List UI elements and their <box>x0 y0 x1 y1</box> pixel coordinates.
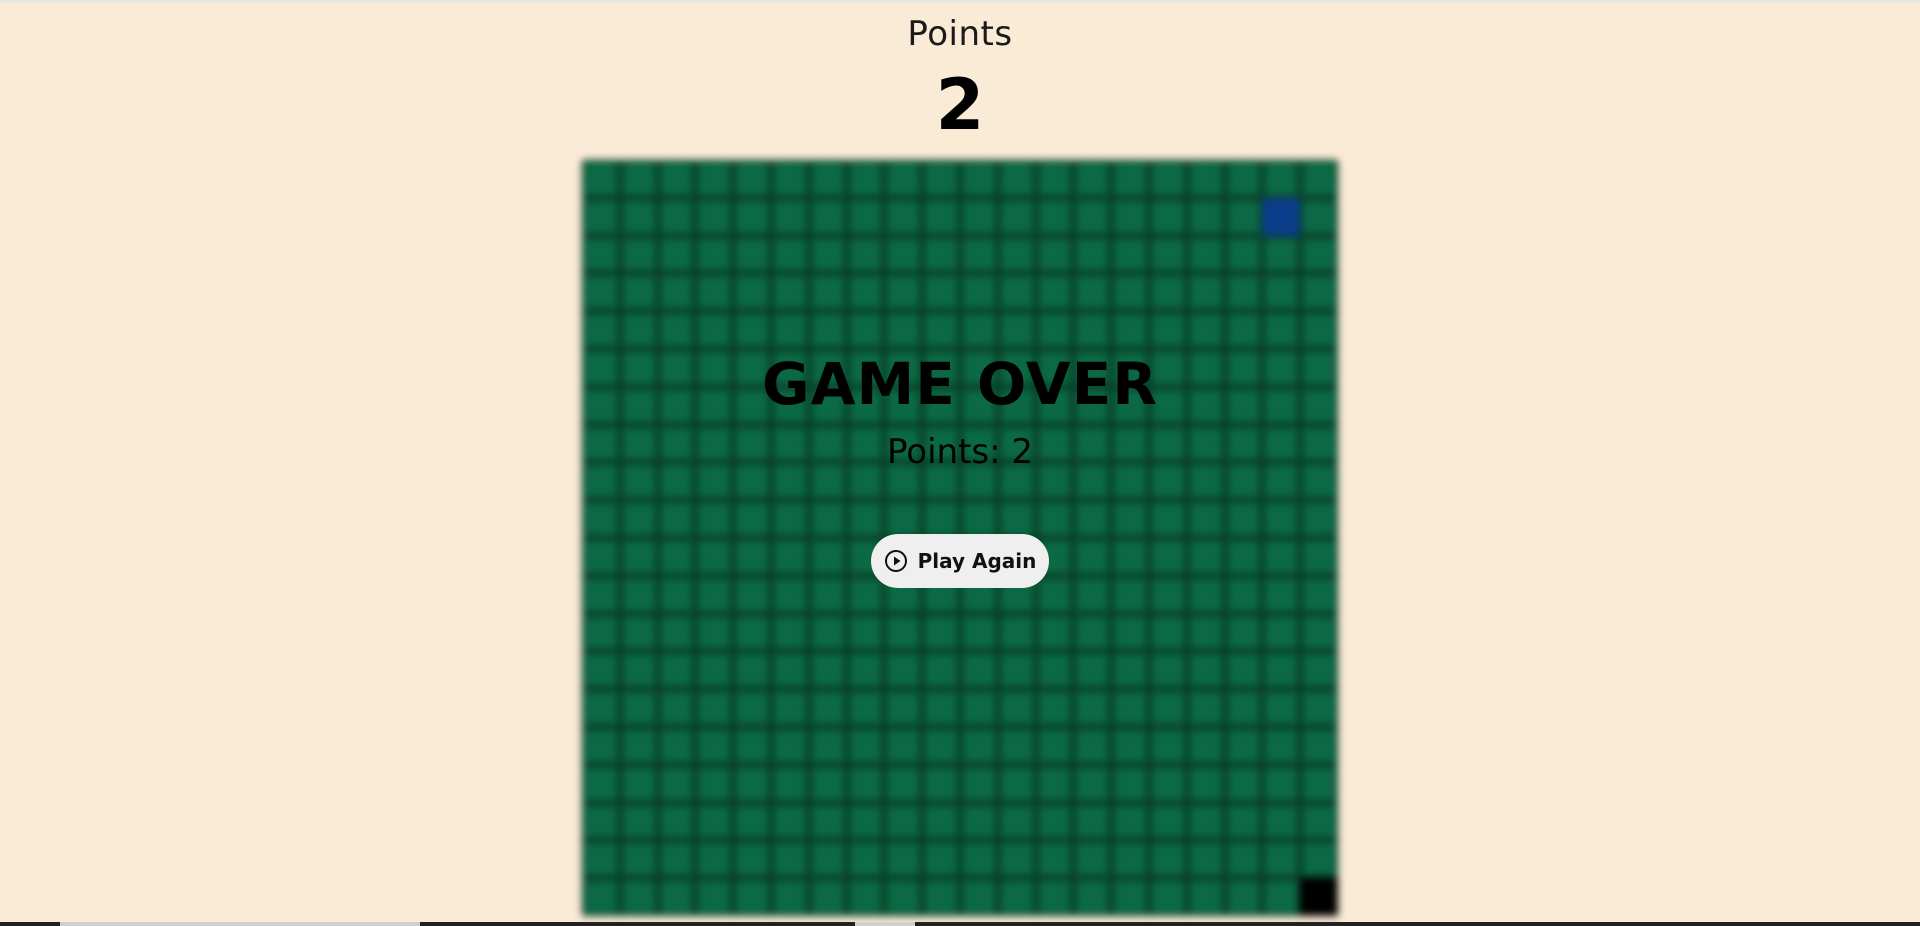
play-again-label: Play Again <box>917 549 1037 573</box>
game-board-container: GAME OVER Points: 2 Play Again <box>582 160 1338 916</box>
play-circle-icon <box>884 549 908 573</box>
game-over-title: GAME OVER <box>762 350 1158 418</box>
game-over-overlay: GAME OVER Points: 2 Play Again <box>582 160 1338 916</box>
play-again-button[interactable]: Play Again <box>871 534 1049 588</box>
top-border <box>0 0 1920 2</box>
bottom-strip <box>0 922 1920 926</box>
game-over-points: Points: 2 <box>886 432 1034 472</box>
points-label: Points <box>907 14 1013 54</box>
points-value: 2 <box>935 64 985 146</box>
